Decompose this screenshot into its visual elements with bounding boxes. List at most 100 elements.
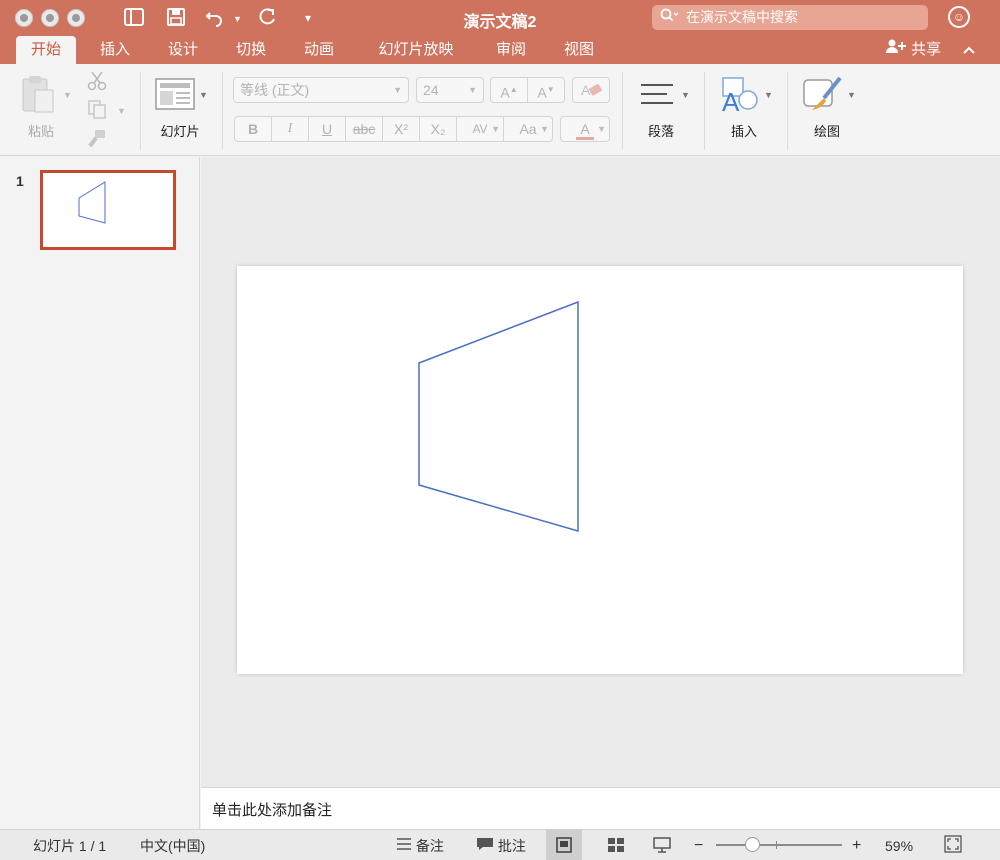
shrink-font-label: A bbox=[537, 84, 547, 101]
title-bar: ▼ ▾ 演示文稿2 在演示文稿中搜索 ☺ bbox=[0, 0, 1000, 36]
thumbnail-number: 1 bbox=[16, 173, 24, 189]
normal-view-icon bbox=[556, 837, 572, 853]
undo-icon[interactable] bbox=[202, 7, 226, 29]
thumbnail-shape bbox=[78, 181, 106, 224]
zoom-in-button[interactable]: + bbox=[852, 836, 861, 856]
strikethrough-button[interactable]: abc bbox=[345, 116, 383, 142]
fit-to-window-button[interactable] bbox=[944, 835, 962, 855]
zoom-out-button[interactable]: − bbox=[694, 836, 703, 856]
font-name-dropdown-icon: ▼ bbox=[393, 85, 402, 95]
slide-sorter-icon bbox=[608, 838, 624, 852]
new-slide-dropdown-icon[interactable]: ▼ bbox=[199, 90, 208, 100]
bold-button[interactable]: B bbox=[234, 116, 272, 142]
font-size-dropdown-icon: ▼ bbox=[468, 85, 477, 95]
paste-label: 粘贴 bbox=[27, 124, 54, 139]
tab-insert[interactable]: 插入 bbox=[90, 36, 140, 64]
italic-button[interactable]: I bbox=[271, 116, 309, 142]
presenter-view-button[interactable] bbox=[644, 830, 680, 860]
superscript-button[interactable]: X² bbox=[382, 116, 420, 142]
shrink-font-button[interactable]: A▼ bbox=[527, 77, 565, 103]
tab-animations[interactable]: 动画 bbox=[294, 36, 344, 64]
redo-icon[interactable] bbox=[256, 7, 280, 29]
draw-dropdown-icon[interactable]: ▼ bbox=[847, 90, 856, 100]
undo-dropdown-icon[interactable]: ▼ bbox=[233, 14, 242, 24]
copy-dropdown-icon[interactable]: ▼ bbox=[117, 106, 126, 116]
comments-toggle-label: 批注 bbox=[497, 838, 526, 854]
minimize-window-button[interactable] bbox=[41, 9, 59, 27]
ribbon-separator bbox=[222, 72, 223, 150]
tab-home[interactable]: 开始 bbox=[16, 36, 76, 64]
underline-button[interactable]: U bbox=[308, 116, 346, 142]
ribbon-separator bbox=[622, 72, 623, 150]
font-name-field[interactable]: 等线 (正文) ▼ bbox=[233, 77, 409, 103]
add-person-icon bbox=[885, 39, 911, 58]
status-bar: 幻灯片 1 / 1 中文(中国) 备注 批注 − + 59% bbox=[0, 829, 1000, 860]
search-box[interactable]: 在演示文稿中搜索 bbox=[652, 5, 928, 30]
notes-placeholder: 单击此处添加备注 bbox=[212, 802, 333, 819]
zoom-window-button[interactable] bbox=[67, 9, 85, 27]
paragraph-icon[interactable] bbox=[640, 82, 674, 113]
notes-pane[interactable]: 单击此处添加备注 bbox=[201, 787, 1000, 829]
grow-font-button[interactable]: A▲ bbox=[490, 77, 528, 103]
notes-icon bbox=[396, 838, 416, 854]
paragraph-label: 段落 bbox=[647, 124, 674, 139]
grow-font-label: A bbox=[500, 84, 510, 101]
collapse-ribbon-icon[interactable] bbox=[962, 36, 976, 64]
tab-slideshow[interactable]: 幻灯片放映 bbox=[368, 36, 464, 64]
fit-window-icon bbox=[944, 835, 962, 853]
notes-toggle-button[interactable]: 备注 bbox=[396, 836, 444, 856]
tab-transitions[interactable]: 切换 bbox=[226, 36, 276, 64]
slide-canvas[interactable] bbox=[237, 266, 963, 674]
normal-view-button[interactable] bbox=[546, 830, 582, 860]
cut-icon[interactable] bbox=[86, 70, 108, 97]
font-size-field[interactable]: 24 ▼ bbox=[416, 77, 484, 103]
slide-thumbnail[interactable] bbox=[40, 170, 176, 250]
eraser-icon: A bbox=[581, 82, 602, 98]
slide-count: 幻灯片 1 / 1 bbox=[33, 838, 107, 854]
draw-brush-icon[interactable] bbox=[802, 76, 844, 119]
zoom-slider-thumb[interactable] bbox=[745, 837, 760, 852]
paste-dropdown-icon[interactable]: ▼ bbox=[63, 90, 72, 100]
clear-formatting-button[interactable]: A bbox=[572, 77, 610, 103]
zoom-slider-center-mark bbox=[776, 841, 777, 849]
sidebar-toggle-icon[interactable] bbox=[122, 7, 146, 29]
insert-shapes-icon[interactable]: A bbox=[720, 76, 760, 119]
zoom-level[interactable]: 59% bbox=[885, 836, 913, 856]
ribbon-home: ▼ 粘贴 ▼ ▼ 幻灯片 等线 (正文) ▼ 24 ▼ A▲ A▼ A B I U … bbox=[0, 64, 1000, 156]
svg-text:A: A bbox=[722, 87, 740, 114]
share-button[interactable]: 共享 bbox=[885, 36, 941, 64]
copy-icon[interactable] bbox=[86, 98, 108, 125]
share-label: 共享 bbox=[911, 41, 942, 58]
tab-review[interactable]: 审阅 bbox=[486, 36, 536, 64]
tab-design[interactable]: 设计 bbox=[158, 36, 208, 64]
save-icon[interactable] bbox=[164, 7, 188, 29]
customize-toolbar-icon[interactable]: ▾ bbox=[298, 7, 318, 29]
language-indicator[interactable]: 中文(中国) bbox=[140, 836, 205, 856]
character-spacing-button[interactable]: AV ▼ bbox=[456, 116, 504, 142]
font-color-label: A bbox=[576, 121, 594, 140]
comments-toggle-button[interactable]: 批注 bbox=[476, 836, 526, 856]
slide-editing-area bbox=[201, 157, 1000, 787]
case-dropdown-icon: ▼ bbox=[540, 124, 549, 134]
paragraph-dropdown-icon[interactable]: ▼ bbox=[681, 90, 690, 100]
comment-icon bbox=[476, 838, 498, 854]
insert-dropdown-icon[interactable]: ▼ bbox=[764, 90, 773, 100]
slide-thumbnail-pane: 1 bbox=[0, 157, 200, 829]
paste-icon[interactable] bbox=[20, 74, 56, 119]
font-color-button[interactable]: A ▼ bbox=[560, 116, 610, 142]
slide-sorter-view-button[interactable] bbox=[598, 830, 634, 860]
trapezoid-shape[interactable] bbox=[418, 300, 579, 532]
font-name-value: 等线 (正文) bbox=[240, 82, 310, 98]
spacing-dropdown-icon: ▼ bbox=[491, 124, 500, 134]
close-window-button[interactable] bbox=[15, 9, 33, 27]
draw-label: 绘图 bbox=[813, 124, 840, 139]
change-case-label: Aa bbox=[519, 121, 537, 137]
tab-view[interactable]: 视图 bbox=[554, 36, 604, 64]
subscript-button[interactable]: X₂ bbox=[419, 116, 457, 142]
format-painter-icon[interactable] bbox=[86, 128, 108, 155]
font-size-value: 24 bbox=[423, 82, 439, 98]
zoom-slider-track[interactable] bbox=[716, 844, 842, 846]
new-slide-icon[interactable] bbox=[155, 78, 195, 115]
smiley-feedback-icon[interactable]: ☺ bbox=[948, 6, 970, 28]
change-case-button[interactable]: Aa ▼ bbox=[503, 116, 553, 142]
